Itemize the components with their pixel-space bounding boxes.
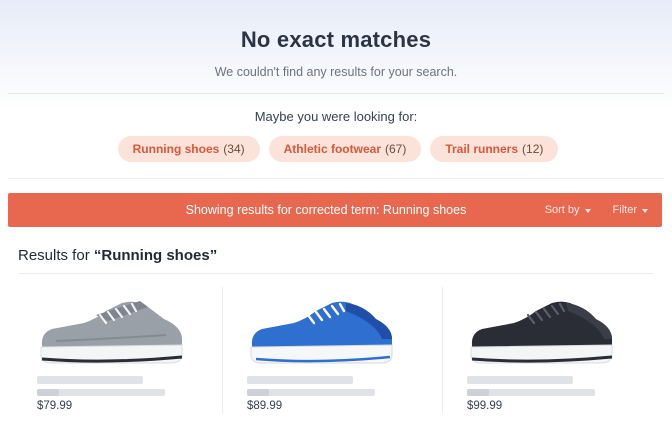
blue-sneaker-image [250, 301, 393, 364]
product-title-placeholder [467, 376, 573, 384]
chip-term: Running shoes [132, 142, 220, 156]
results-heading: Results for “Running shoes” [18, 247, 217, 264]
chip-term: Athletic footwear [283, 142, 381, 156]
chevron-down-icon [584, 208, 591, 213]
sort-dropdown[interactable]: Sort by [545, 204, 591, 216]
black-sneaker-image [470, 301, 613, 364]
divider [8, 93, 664, 94]
filter-dropdown[interactable]: Filter [613, 204, 648, 216]
suggestions-label: Maybe you were looking for: [254, 109, 418, 124]
chevron-down-icon [642, 208, 648, 213]
product-meta-placeholder [247, 389, 269, 396]
divider [18, 273, 654, 274]
chip-count: (34) [223, 142, 245, 156]
product-meta-placeholder [37, 389, 59, 396]
page-title: No exact matches [240, 27, 432, 52]
results-prefix: Results for [18, 247, 94, 264]
page-subtitle: We couldn't find any results for your se… [214, 65, 458, 79]
chip-count: (12) [522, 142, 544, 156]
product-price: $79.99 [37, 400, 73, 412]
product-title-placeholder [247, 376, 353, 384]
suggestion-chip-trail-runners[interactable]: Trail runners (12) [430, 136, 559, 162]
product-card[interactable]: $89.99 [242, 285, 438, 425]
suggestion-chip-running-shoes[interactable]: Running shoes (34) [117, 136, 260, 162]
chip-term: Trail runners [445, 142, 519, 156]
chip-count: (67) [384, 142, 407, 156]
corrected-term-banner: Showing results for corrected term: Runn… [8, 193, 662, 227]
suggestion-chip-athletic-footwear[interactable]: Athletic footwear (67) [268, 136, 422, 162]
product-title-placeholder [37, 376, 143, 384]
results-term: “Running shoes” [93, 247, 218, 264]
suggestions-section: Maybe you were looking for: Running shoe… [0, 109, 672, 162]
suggestion-chips: Running shoes (34) Athletic footwear (67… [4, 136, 672, 162]
product-price: $99.99 [467, 400, 503, 412]
product-card[interactable]: $79.99 [32, 285, 228, 425]
empty-state-header: No exact matches We couldn't find any re… [0, 0, 672, 79]
banner-controls: Sort by Filter [545, 204, 662, 216]
sort-label: Sort by [544, 204, 580, 216]
filter-label: Filter [612, 204, 637, 216]
product-meta-placeholder [467, 389, 489, 396]
product-card[interactable]: $99.99 [462, 285, 658, 425]
product-grid: $79.99 $89.99 $99.99 [0, 285, 672, 425]
divider [8, 178, 664, 179]
product-price: $89.99 [247, 400, 283, 412]
grey-sneaker-image [40, 301, 183, 364]
